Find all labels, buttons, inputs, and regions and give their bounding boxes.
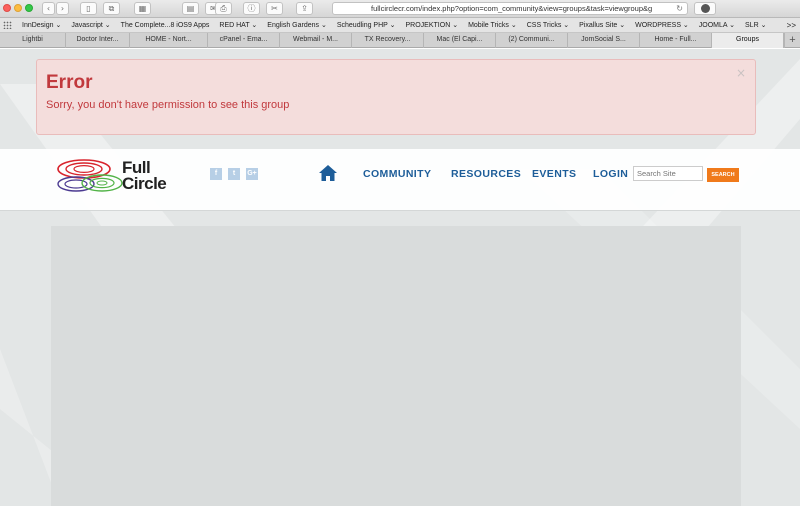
search-button[interactable]: SEARCH [707,168,739,182]
browser-toolbar: ‹ › ▯ ⧉ ▦ ▤ ✉ ⎙ ⓘ ✂ ⇪ fullcirclecr.com/i… [0,0,800,18]
bookmark-item[interactable]: PROJEKTION ⌄ [406,22,459,29]
error-alert: Error Sorry, you don't have permission t… [36,59,756,135]
bookmark-list: InnDesign ⌄ Javascript ⌄ The Complete...8 … [22,18,776,33]
browser-tab[interactable]: Home - Full... [640,33,712,48]
nav-login[interactable]: LOGIN [593,168,628,180]
nav-resources[interactable]: RESOURCES [451,168,521,180]
new-tab-button[interactable]: + [784,33,800,48]
bookmark-item[interactable]: Pixallus Site ⌄ [579,22,625,29]
reload-icon[interactable]: ↻ [676,3,683,14]
browser-tab[interactable]: Mac (El Capi... [424,33,496,48]
info-icon[interactable]: ⓘ [243,2,260,15]
browser-tab[interactable]: (2) Communi... [496,33,568,48]
bookmark-item[interactable]: English Gardens ⌄ [267,22,327,29]
apps-grid-icon[interactable] [3,21,12,29]
bookmark-item[interactable]: The Complete...8 iOS9 Apps [121,22,210,29]
alert-title: Error [46,72,93,93]
site-header: Full Circle f t G+ COMMUNITY RESOURCES E… [0,149,800,211]
bookmarks-overflow-button[interactable]: >> [787,18,796,33]
bookmark-item[interactable]: Javascript ⌄ [71,22,110,29]
browser-tab[interactable]: Webmail - M... [280,33,352,48]
close-icon[interactable]: × [736,66,746,80]
home-icon[interactable] [319,165,337,181]
twitter-icon[interactable]: t [228,168,240,180]
bookmark-item[interactable]: JOOMLA ⌄ [699,22,735,29]
browser-tab[interactable]: JomSocial S... [568,33,640,48]
facebook-icon[interactable]: f [210,168,222,180]
browser-tab[interactable]: HOME - Nort... [130,33,208,48]
browser-tab[interactable]: Lightbi [0,33,66,48]
web-page: Error Sorry, you don't have permission t… [0,49,800,506]
tab-bar: Lightbi Doctor Inter... HOME - Nort... cPan… [0,33,800,48]
print-icon[interactable]: ⎙ [215,2,232,15]
logo-line-2: Circle [122,174,167,193]
sidebar-icon[interactable]: ▯ [80,2,97,15]
reader-icon[interactable]: ▤ [182,2,199,15]
nav-community[interactable]: COMMUNITY [363,168,431,180]
url-text: fullcirclecr.com/index.php?option=com_co… [371,4,653,13]
address-bar[interactable]: fullcirclecr.com/index.php?option=com_co… [332,2,688,15]
nav-events[interactable]: EVENTS [532,168,576,180]
window-minimize-button[interactable] [14,4,22,12]
google-plus-icon[interactable]: G+ [246,168,258,180]
search-input[interactable] [633,166,703,181]
browser-tab[interactable]: Doctor Inter... [66,33,130,48]
logo-rings-icon [57,159,123,192]
forward-button[interactable]: › [56,2,69,15]
tabs-overview-icon[interactable]: ⧉ [103,2,120,15]
bookmark-item[interactable]: Scheudling PHP ⌄ [337,22,396,29]
bookmark-item[interactable]: InnDesign ⌄ [22,22,61,29]
share-icon[interactable]: ⇪ [296,2,313,15]
bookmark-item[interactable]: WORDPRESS ⌄ [635,22,689,29]
site-logo[interactable]: Full Circle [56,157,196,199]
browser-tab[interactable]: TX Recovery... [352,33,424,48]
alert-message: Sorry, you don't have permission to see … [46,99,290,111]
browser-tab[interactable]: cPanel - Ema... [208,33,280,48]
bookmark-item[interactable]: SLR ⌄ [745,22,766,29]
window-close-button[interactable] [3,4,11,12]
browser-tab[interactable]: Groups [712,33,784,48]
scissors-icon[interactable]: ✂ [266,2,283,15]
back-button[interactable]: ‹ [42,2,55,15]
bookmark-item[interactable]: RED HAT ⌄ [219,22,257,29]
bookmark-item[interactable]: CSS Tricks ⌄ [527,22,569,29]
content-panel [51,226,741,506]
window-maximize-button[interactable] [25,4,33,12]
bookmark-item[interactable]: Mobile Tricks ⌄ [468,22,517,29]
download-icon[interactable] [694,2,716,15]
logo-text: Full Circle [122,159,167,193]
topsites-icon[interactable]: ▦ [134,2,151,15]
bookmarks-bar: InnDesign ⌄ Javascript ⌄ The Complete...8 … [0,18,800,33]
